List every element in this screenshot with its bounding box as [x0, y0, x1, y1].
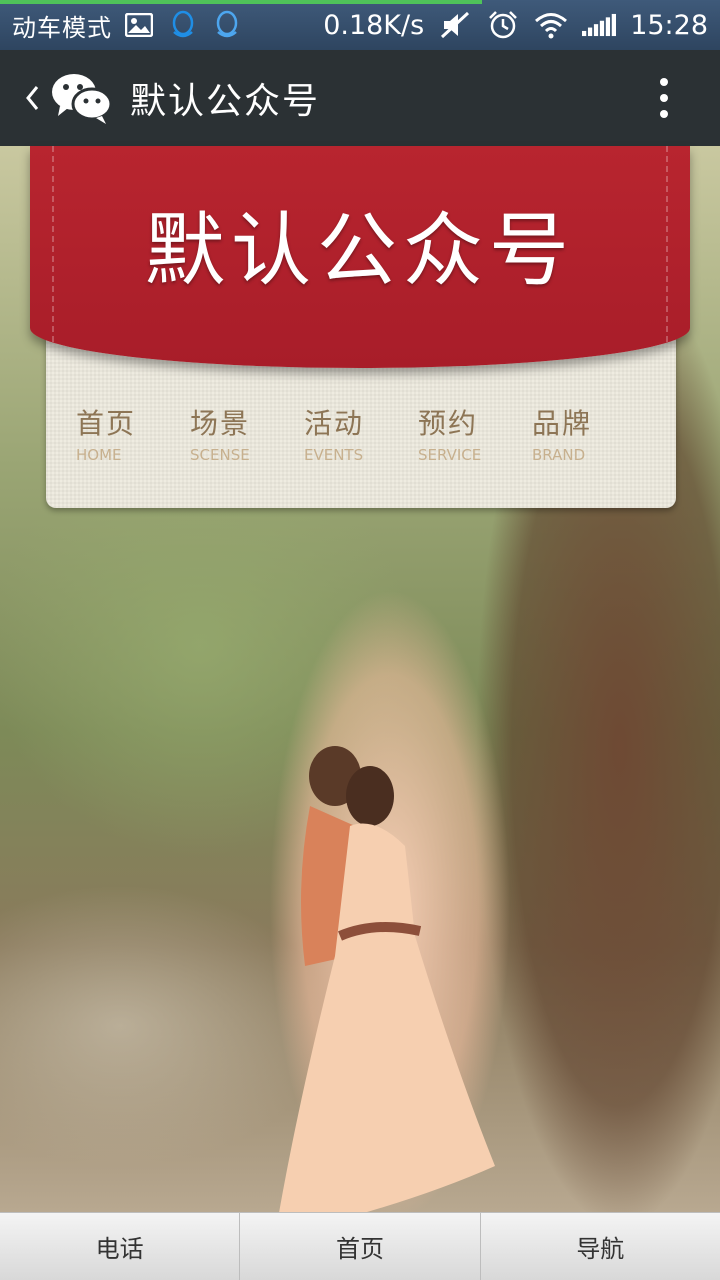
signal-icon — [582, 10, 617, 40]
alarm-icon — [486, 10, 520, 40]
ribbon-banner: 默认公众号 — [30, 146, 690, 368]
menu-item-scene[interactable]: 场景 SCENSE — [190, 402, 304, 464]
navigation-button[interactable]: 导航 — [481, 1213, 720, 1280]
menu-item-label: 预约 — [418, 407, 479, 440]
menu-item-sublabel: BRAND — [532, 446, 586, 464]
phone-button[interactable]: 电话 — [0, 1213, 241, 1280]
image-icon — [122, 10, 156, 40]
wifi-icon — [534, 10, 568, 40]
menu-item-sublabel: EVENTS — [304, 446, 364, 464]
bottom-bar: 电话 首页 导航 — [0, 1212, 720, 1280]
title-bar: 默认公众号 — [0, 50, 720, 146]
menu-item-brand[interactable]: 品牌 BRAND — [532, 402, 646, 464]
menu-item-home[interactable]: 首页 HOME — [76, 402, 190, 464]
menu-item-label: 品牌 — [532, 407, 593, 440]
menu-item-sublabel: SERVICE — [418, 446, 482, 464]
network-speed: 0.18K/s — [323, 9, 425, 41]
more-icon[interactable] — [644, 68, 684, 128]
app-screen: 动车模式 0.18K/s 15:28 默认公众号 首页 HOME 场景 SCEN… — [0, 0, 720, 1280]
account-title: 默认公众号 — [130, 81, 321, 122]
menu-item-label: 场景 — [190, 407, 251, 440]
qq-icon — [166, 10, 200, 40]
status-bar: 动车模式 0.18K/s 15:28 — [0, 0, 720, 50]
back-icon[interactable] — [14, 68, 50, 128]
menu-item-label: 活动 — [304, 407, 365, 440]
status-mode-label: 动车模式 — [12, 13, 112, 42]
wechat-icon — [50, 70, 114, 126]
menu-item-label: 首页 — [76, 407, 137, 440]
menu-item-events[interactable]: 活动 EVENTS — [304, 402, 418, 464]
mute-icon — [438, 10, 472, 40]
home-button[interactable]: 首页 — [240, 1213, 481, 1280]
couple-illustration — [275, 746, 495, 1236]
brand-title: 默认公众号 — [145, 204, 575, 297]
status-progress-bar — [0, 0, 483, 4]
menu-item-sublabel: HOME — [76, 446, 122, 464]
menu-item-sublabel: SCENSE — [190, 446, 250, 464]
status-time: 15:28 — [630, 9, 708, 41]
qq-icon — [210, 10, 244, 40]
menu-item-service[interactable]: 预约 SERVICE — [418, 402, 532, 464]
